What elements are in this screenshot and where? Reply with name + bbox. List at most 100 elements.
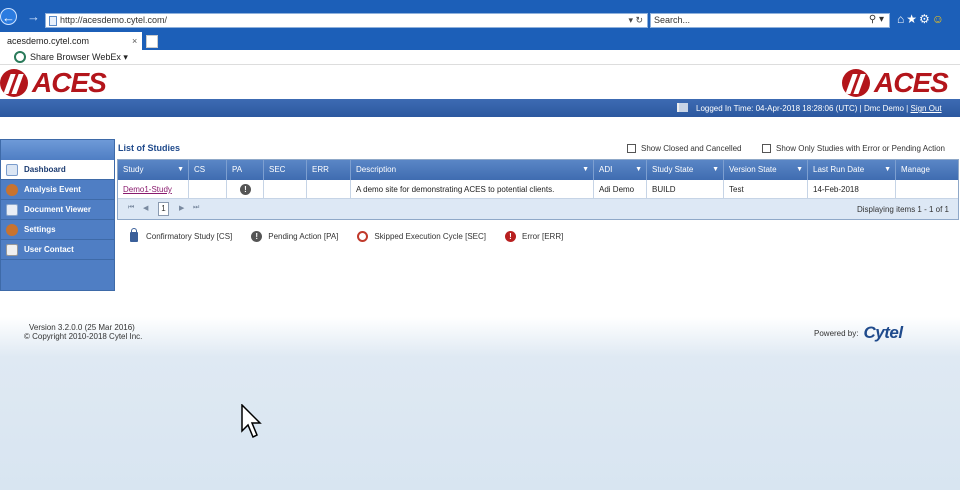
aces-logo-text: ACES	[874, 66, 949, 98]
column-label: ERR	[312, 165, 329, 174]
new-tab-icon[interactable]	[146, 35, 158, 48]
dropdown-arrow-icon[interactable]: ▼	[884, 160, 891, 180]
prev-page-icon[interactable]: ◀	[143, 204, 148, 212]
login-info: Logged In Time: 04-Apr-2018 18:28:06 (UT…	[696, 104, 942, 113]
sidebar-item-label: User Contact	[24, 245, 74, 254]
browser-titlebar: ← → http://acesdemo.cytel.com/ ▾ ↻ Searc…	[0, 0, 960, 32]
column-header-version-state[interactable]: Version State ▼	[724, 160, 808, 180]
sidebar-item-analysis-event[interactable]: Analysis Event	[1, 180, 114, 200]
share-browser-menu[interactable]: Share Browser WebEx ▾	[30, 52, 128, 63]
aces-logo: ACES	[0, 66, 107, 99]
browser-toolbar-icons: ⌂★⚙☺	[897, 12, 946, 26]
dropdown-arrow-icon[interactable]: ▼	[635, 160, 642, 180]
cell-study: Demo1-Study	[118, 180, 189, 198]
sidebar-item-label: Settings	[24, 225, 56, 234]
favorites-star-icon[interactable]: ★	[906, 12, 919, 26]
copyright-text: © Copyright 2010-2018 Cytel Inc.	[24, 332, 143, 341]
legend: Confirmatory Study [CS] ! Pending Action…	[130, 227, 582, 242]
sidebar-item-label: Dashboard	[24, 165, 66, 174]
sidebar-item-document-viewer[interactable]: Document Viewer	[1, 200, 114, 220]
contact-card-icon	[6, 244, 18, 256]
legend-item-sec: Skipped Execution Cycle [SEC]	[357, 231, 486, 242]
legend-label: Skipped Execution Cycle [SEC]	[374, 232, 486, 241]
column-header-sec[interactable]: SEC	[264, 160, 307, 180]
sign-out-link[interactable]: Sign Out	[910, 104, 941, 113]
cell-version-state: Test	[724, 180, 808, 198]
browser-tab[interactable]: acesdemo.cytel.com ×	[0, 32, 142, 50]
table-row[interactable]: Demo1-Study ! A demo site for demonstrat…	[118, 180, 958, 199]
smiley-icon[interactable]: ☺	[932, 12, 946, 26]
cell-pa: !	[227, 180, 264, 198]
address-url[interactable]: http://acesdemo.cytel.com/	[60, 15, 167, 25]
dropdown-arrow-icon[interactable]: ▼	[582, 160, 589, 180]
dashboard-icon	[6, 164, 18, 176]
show-errors-checkbox[interactable]: Show Only Studies with Error or Pending …	[762, 144, 945, 153]
cell-sec	[264, 180, 307, 198]
search-bar[interactable]: Search... ⚲ ▾	[650, 13, 890, 28]
column-label: Description	[356, 165, 397, 174]
column-label: CS	[194, 165, 206, 174]
dropdown-arrow-icon[interactable]: ▼	[177, 160, 184, 180]
back-arrow-icon[interactable]: ←	[0, 8, 17, 25]
column-header-adi[interactable]: ADI ▼	[594, 160, 647, 180]
cell-description: A demo site for demonstrating ACES to po…	[351, 180, 594, 198]
app-header: ACES ACES	[0, 65, 960, 99]
column-label: PA	[232, 165, 243, 174]
legend-label: Pending Action [PA]	[268, 232, 339, 241]
cell-cs	[189, 180, 227, 198]
settings-person-icon	[6, 224, 18, 236]
column-header-cs[interactable]: CS	[189, 160, 227, 180]
address-bar[interactable]: http://acesdemo.cytel.com/ ▾ ↻	[45, 13, 648, 28]
column-label: Study	[123, 165, 144, 174]
cell-err	[307, 180, 351, 198]
cell-manage[interactable]	[896, 180, 958, 198]
column-header-study-state[interactable]: Study State ▼	[647, 160, 724, 180]
study-link[interactable]: Demo1-Study	[123, 185, 172, 194]
first-page-icon[interactable]: ⏮	[128, 204, 134, 212]
column-label: Study State	[652, 165, 694, 174]
dropdown-arrow-icon[interactable]: ▼	[796, 160, 803, 180]
gear-icon[interactable]: ⚙	[919, 12, 932, 26]
page-title: List of Studies	[118, 143, 181, 153]
aces-logo-text: ACES	[32, 66, 107, 98]
checkbox-label: Show Closed and Cancelled	[641, 144, 742, 153]
column-label: Version State	[729, 165, 777, 174]
forward-arrow-icon[interactable]: →	[25, 8, 42, 25]
flag-icon	[677, 103, 688, 112]
column-header-pa[interactable]: PA	[227, 160, 264, 180]
next-page-icon[interactable]: ▶	[179, 204, 184, 212]
sidebar-header	[1, 140, 114, 160]
pending-action-icon: !	[240, 184, 251, 195]
favorites-bar: Share Browser WebEx ▾	[0, 50, 960, 65]
column-label: SEC	[269, 165, 286, 174]
page-number-input[interactable]: 1	[158, 202, 169, 216]
globe-icon	[14, 51, 26, 63]
mouse-cursor-icon	[241, 404, 262, 439]
cell-adi: Adi Demo	[594, 180, 647, 198]
sidebar-item-settings[interactable]: Settings	[1, 220, 114, 240]
last-page-icon[interactable]: ⏭	[193, 204, 199, 212]
show-closed-checkbox[interactable]: Show Closed and Cancelled	[627, 144, 742, 153]
search-input[interactable]: Search...	[654, 15, 690, 25]
legend-item-err: ! Error [ERR]	[504, 231, 563, 242]
home-icon[interactable]: ⌂	[897, 12, 906, 26]
grid-header: Study ▼ CS PA SEC ERR Description ▼ ADI ▼ S…	[118, 160, 958, 180]
checkbox-label: Show Only Studies with Error or Pending …	[776, 144, 945, 153]
close-icon[interactable]: ×	[132, 32, 137, 50]
displaying-count: Displaying items 1 - 1 of 1	[856, 205, 949, 214]
sidebar-item-dashboard[interactable]: Dashboard	[1, 160, 114, 180]
checkbox-box[interactable]	[627, 144, 636, 153]
column-header-last-run-date[interactable]: Last Run Date ▼	[808, 160, 896, 180]
column-header-study[interactable]: Study ▼	[118, 160, 189, 180]
page-icon	[49, 16, 57, 26]
checkbox-box[interactable]	[762, 144, 771, 153]
search-icon[interactable]: ⚲ ▾	[869, 14, 884, 25]
person-icon	[6, 184, 18, 196]
column-header-err[interactable]: ERR	[307, 160, 351, 180]
sidebar-item-label: Analysis Event	[24, 185, 81, 194]
column-label: Last Run Date	[813, 165, 865, 174]
column-header-description[interactable]: Description ▼	[351, 160, 594, 180]
refresh-icon[interactable]: ▾ ↻	[628, 15, 643, 26]
dropdown-arrow-icon[interactable]: ▼	[712, 160, 719, 180]
sidebar-item-user-contact[interactable]: User Contact	[1, 240, 114, 260]
